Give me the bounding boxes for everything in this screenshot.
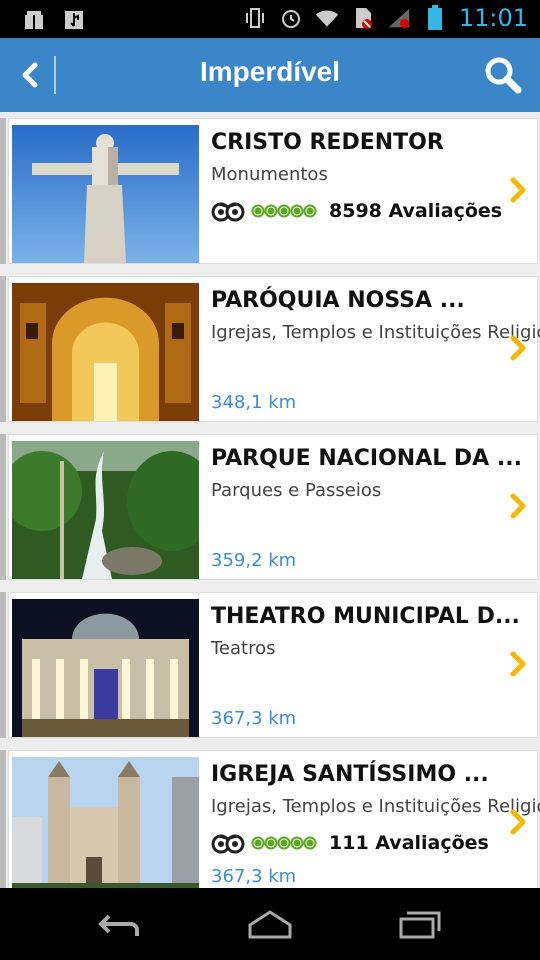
list-item[interactable]: PARÓQUIA NOSSA ... Igrejas, Templos e In…: [0, 270, 540, 422]
no-sim-icon: [351, 6, 375, 30]
card-stripe: [0, 118, 6, 264]
card-stripe: [0, 276, 6, 422]
page-title: Imperdível: [199, 56, 341, 87]
card-stripe: [0, 434, 6, 580]
list-item[interactable]: IGREJA SANTÍSSIMO ... Igrejas, Templos e…: [0, 744, 540, 888]
christ-redeemer-photo: [12, 125, 199, 263]
nav-recent-apps-button[interactable]: [390, 904, 450, 944]
app-bar: Imperdível: [0, 38, 540, 112]
review-count: 8598 Avaliações: [329, 200, 503, 222]
notification-box-icon: [22, 8, 46, 32]
rating-bubbles-icon: [251, 836, 317, 850]
back-icon: [98, 914, 139, 936]
theatre-night-photo: [12, 599, 199, 737]
owl-logo-icon: [211, 834, 245, 854]
nav-back-button[interactable]: [90, 904, 150, 944]
rating-bubbles-icon: [251, 204, 317, 218]
status-bar: 11:01: [0, 0, 540, 38]
chevron-right-icon: [510, 177, 526, 203]
signal-icon: [387, 6, 411, 30]
chevron-right-icon: [510, 809, 526, 835]
usb-icon: [62, 8, 86, 32]
home-icon: [248, 910, 292, 939]
card-stripe: [0, 592, 6, 738]
recent-apps-icon: [399, 911, 441, 939]
item-category: Igrejas, Templos e Instituições Religios…: [211, 322, 540, 343]
rating-row: 8598 Avaliações: [211, 200, 502, 222]
list-item[interactable]: CRISTO REDENTOR Monumentos 8598 Avaliaçõ…: [0, 112, 540, 264]
rating-row: 111 Avaliações: [211, 832, 489, 854]
chevron-right-icon: [510, 335, 526, 361]
church-facade-photo: [12, 757, 199, 888]
item-category: Igrejas, Templos e Instituições Religios…: [211, 796, 540, 817]
item-category: Monumentos: [211, 164, 328, 185]
vibrate-icon: [243, 6, 267, 30]
review-count: 111 Avaliações: [329, 832, 489, 854]
search-icon: [485, 57, 522, 94]
owl-logo-icon: [211, 202, 245, 222]
list-item[interactable]: PARQUE NACIONAL DA ... Parques e Passeio…: [0, 428, 540, 580]
golden-church-interior-photo: [12, 283, 199, 421]
card-stripe: [0, 750, 6, 888]
item-distance: 348,1 km: [211, 392, 297, 413]
search-button[interactable]: [482, 54, 524, 96]
nav-home-button[interactable]: [240, 904, 300, 944]
item-distance: 367,3 km: [211, 708, 297, 729]
attractions-list[interactable]: CRISTO REDENTOR Monumentos 8598 Avaliaçõ…: [0, 112, 540, 888]
item-name: PARÓQUIA NOSSA ...: [211, 288, 465, 313]
chevron-right-icon: [510, 493, 526, 519]
item-name: IGREJA SANTÍSSIMO ...: [211, 762, 489, 787]
item-category: Parques e Passeios: [211, 480, 382, 501]
list-item[interactable]: THEATRO MUNICIPAL D... Teatros 367,3 km: [0, 586, 540, 738]
item-distance: 359,2 km: [211, 550, 297, 571]
status-time: 11:01: [458, 4, 528, 32]
alarm-icon: [279, 6, 303, 30]
item-name: PARQUE NACIONAL DA ...: [211, 446, 522, 471]
battery-icon: [423, 5, 447, 30]
item-name: THEATRO MUNICIPAL D...: [211, 604, 520, 629]
item-name: CRISTO REDENTOR: [211, 130, 444, 155]
waterfall-forest-photo: [12, 441, 199, 579]
wifi-icon: [315, 6, 339, 30]
item-category: Teatros: [211, 638, 276, 659]
system-nav-bar: [0, 888, 540, 960]
item-distance: 367,3 km: [211, 866, 297, 887]
chevron-right-icon: [510, 651, 526, 677]
